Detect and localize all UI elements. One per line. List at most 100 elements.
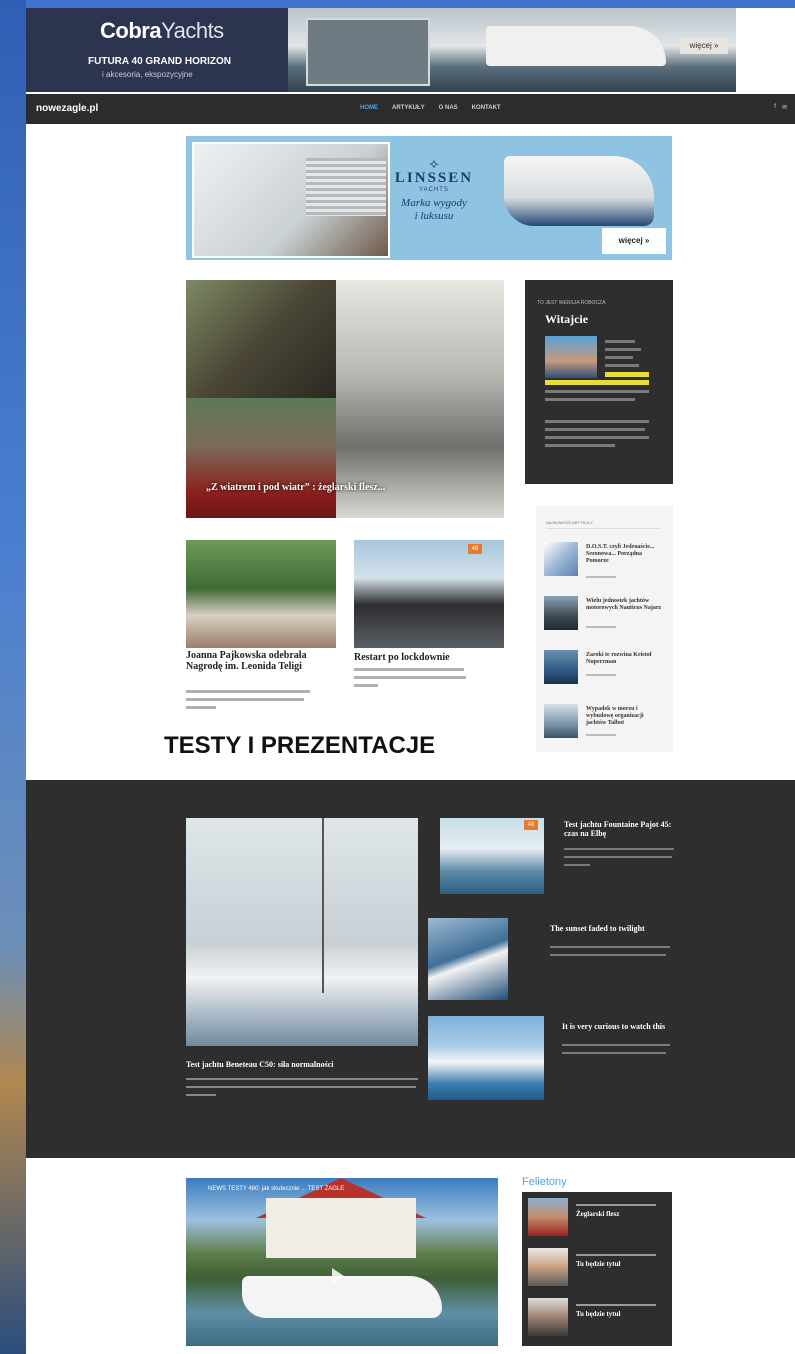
felieton-item[interactable]: Tu będzie tytuł bbox=[528, 1248, 668, 1288]
list-thumb bbox=[544, 542, 578, 576]
article-card-pajkowska[interactable]: Joanna Pajkowska odebrała Nagrodę im. Le… bbox=[186, 540, 336, 710]
main-navbar: nowezagle.pl HOME ARTYKUŁY O NAS KONTAKT… bbox=[26, 94, 795, 124]
list-item-title[interactable]: D.O.S.T. czyli Jedenaście... Sezonowa...… bbox=[586, 544, 664, 565]
linssen-name: LINSSEN bbox=[394, 170, 474, 186]
tile-excerpt bbox=[562, 1052, 666, 1054]
text-line bbox=[545, 436, 649, 439]
hero-photo-man-sunglasses bbox=[186, 398, 336, 518]
nav-item-home[interactable]: HOME bbox=[360, 105, 378, 111]
tile-title[interactable]: The sunset faded to twilight bbox=[550, 924, 670, 933]
author-avatar bbox=[528, 1248, 568, 1286]
list-item-title[interactable]: Zaroki te rozwina Kristof Nuperrman bbox=[586, 652, 664, 666]
article-excerpt bbox=[186, 706, 216, 709]
ad-window-blinds bbox=[306, 158, 386, 216]
ad-yacht-image bbox=[504, 156, 654, 226]
web-page: CobraYachts FUTURA 40 GRAND HORIZON i ak… bbox=[26, 8, 795, 1354]
author-name bbox=[576, 1304, 656, 1306]
ad-interior-photo bbox=[192, 142, 390, 258]
list-item[interactable]: D.O.S.T. czyli Jedenaście... Sezonowa...… bbox=[544, 542, 666, 582]
linssen-yachts-ad[interactable]: ⟡ LINSSEN YACHTS Marka wygody i luksusu … bbox=[186, 136, 672, 260]
list-item-date bbox=[586, 626, 616, 628]
text-line bbox=[545, 398, 635, 401]
article-excerpt bbox=[354, 668, 464, 671]
tile-title[interactable]: Test jachtu Fountaine Pajot 45: czas na … bbox=[564, 820, 676, 838]
tile-excerpt bbox=[564, 864, 590, 866]
featured-caption[interactable]: „Z wiatrem i pod wiatr” : żeglarski fles… bbox=[206, 482, 385, 493]
list-thumb bbox=[544, 650, 578, 684]
banner-headline: FUTURA 40 GRAND HORIZON bbox=[88, 56, 231, 67]
hero-photo-sailor bbox=[186, 280, 336, 398]
nav-item-artykuly[interactable]: ARTYKUŁY bbox=[392, 105, 425, 111]
cobra-yachts-banner[interactable]: CobraYachts FUTURA 40 GRAND HORIZON i ak… bbox=[26, 8, 736, 92]
tile-excerpt bbox=[564, 848, 674, 850]
nav-item-o-nas[interactable]: O NAS bbox=[439, 105, 458, 111]
highlighted-text bbox=[605, 372, 649, 377]
test-tile-sunset[interactable]: The sunset faded to twilight bbox=[428, 918, 680, 1000]
article-card-restart[interactable]: 48 Restart po lockdownie bbox=[354, 540, 504, 700]
video-player[interactable]: NEWS TESTY 480: jak skutecznie ... TEST … bbox=[186, 1178, 498, 1346]
welcome-title: Witajcie bbox=[545, 312, 589, 326]
text-line bbox=[605, 364, 639, 367]
main-test-excerpt bbox=[186, 1078, 418, 1080]
main-test-title[interactable]: Test jachtu Beneteau C50: siła normalnoś… bbox=[186, 1060, 333, 1069]
linssen-tagline-1: Marka wygody bbox=[401, 197, 467, 209]
felietony-heading: Felietony bbox=[522, 1176, 567, 1188]
video-title[interactable]: NEWS TESTY 480: jak skutecznie ... TEST … bbox=[208, 1186, 344, 1192]
list-thumb bbox=[544, 596, 578, 630]
play-icon[interactable] bbox=[332, 1268, 344, 1284]
list-item[interactable]: Wielu jednostek jachtów motorowych Nauti… bbox=[544, 596, 666, 636]
welcome-widget: To jest wersja robocza Witajcie bbox=[525, 280, 673, 484]
latest-head: Najnowsze artykuły bbox=[546, 520, 594, 525]
list-item[interactable]: Wypadek w morzu i wybudowę organizacji j… bbox=[544, 704, 666, 744]
house-image bbox=[266, 1198, 416, 1258]
article-title[interactable]: Joanna Pajkowska odebrała Nagrodę im. Le… bbox=[186, 650, 326, 672]
test-tile-curious[interactable]: It is very curious to watch this bbox=[428, 1016, 680, 1100]
nav-item-kontakt[interactable]: KONTAKT bbox=[472, 105, 501, 111]
banner-yacht-image bbox=[486, 26, 666, 66]
text-line bbox=[545, 390, 649, 393]
linssen-brand: ⟡ LINSSEN YACHTS Marka wygody i luksusu bbox=[386, 156, 482, 223]
list-item-title[interactable]: Wielu jednostek jachtów motorowych Nauti… bbox=[586, 598, 664, 612]
felieton-item[interactable]: Tu będzie tytuł bbox=[528, 1298, 668, 1338]
author-name bbox=[576, 1204, 656, 1206]
felieton-title[interactable]: Tu będzie tytuł bbox=[576, 1260, 620, 1268]
article-title[interactable]: Restart po lockdownie bbox=[354, 652, 504, 663]
test-tile-fountaine[interactable]: 48 Test jachtu Fountaine Pajot 45: czas … bbox=[440, 818, 680, 898]
banner-more-button[interactable]: więcej » bbox=[680, 38, 728, 54]
featured-article[interactable]: „Z wiatrem i pod wiatr” : żeglarski fles… bbox=[186, 280, 504, 518]
ad-more-button[interactable]: więcej » bbox=[602, 228, 666, 254]
social-links: f ✉ bbox=[774, 104, 787, 111]
list-item-date bbox=[586, 576, 616, 578]
author-name bbox=[576, 1254, 656, 1256]
divider bbox=[546, 528, 661, 529]
tile-excerpt bbox=[562, 1044, 670, 1046]
main-test-image[interactable] bbox=[186, 818, 418, 1046]
tile-image bbox=[428, 918, 508, 1000]
facebook-icon[interactable]: f bbox=[774, 104, 776, 111]
felietony-widget: Żeglarski flesz Tu będzie tytuł Tu będzi… bbox=[522, 1192, 672, 1346]
tests-section: Test jachtu Beneteau C50: siła normalnoś… bbox=[26, 780, 795, 1158]
comments-badge: 48 bbox=[468, 544, 482, 554]
text-line bbox=[545, 420, 649, 423]
highlighted-text bbox=[545, 380, 649, 385]
linssen-sub: YACHTS bbox=[419, 187, 449, 193]
felieton-title[interactable]: Tu będzie tytuł bbox=[576, 1310, 620, 1318]
list-item-date bbox=[586, 674, 616, 676]
list-thumb bbox=[544, 704, 578, 738]
mast-line bbox=[322, 818, 324, 993]
felieton-item[interactable]: Żeglarski flesz bbox=[528, 1198, 668, 1238]
list-item-title[interactable]: Wypadek w morzu i wybudowę organizacji j… bbox=[586, 706, 664, 727]
mail-icon[interactable]: ✉ bbox=[782, 104, 787, 111]
section-title-tests: TESTY I PREZENTACJE bbox=[164, 732, 436, 759]
tile-excerpt bbox=[550, 946, 670, 948]
tile-excerpt bbox=[564, 856, 672, 858]
text-line bbox=[605, 348, 641, 351]
author-avatar bbox=[528, 1198, 568, 1236]
tile-title[interactable]: It is very curious to watch this bbox=[562, 1022, 674, 1031]
text-line bbox=[545, 428, 645, 431]
article-excerpt bbox=[186, 690, 310, 693]
felieton-title[interactable]: Żeglarski flesz bbox=[576, 1210, 619, 1218]
list-item[interactable]: Zaroki te rozwina Kristof Nuperrman bbox=[544, 650, 666, 690]
site-brand[interactable]: nowezagle.pl bbox=[36, 103, 98, 114]
main-test-excerpt bbox=[186, 1094, 216, 1096]
